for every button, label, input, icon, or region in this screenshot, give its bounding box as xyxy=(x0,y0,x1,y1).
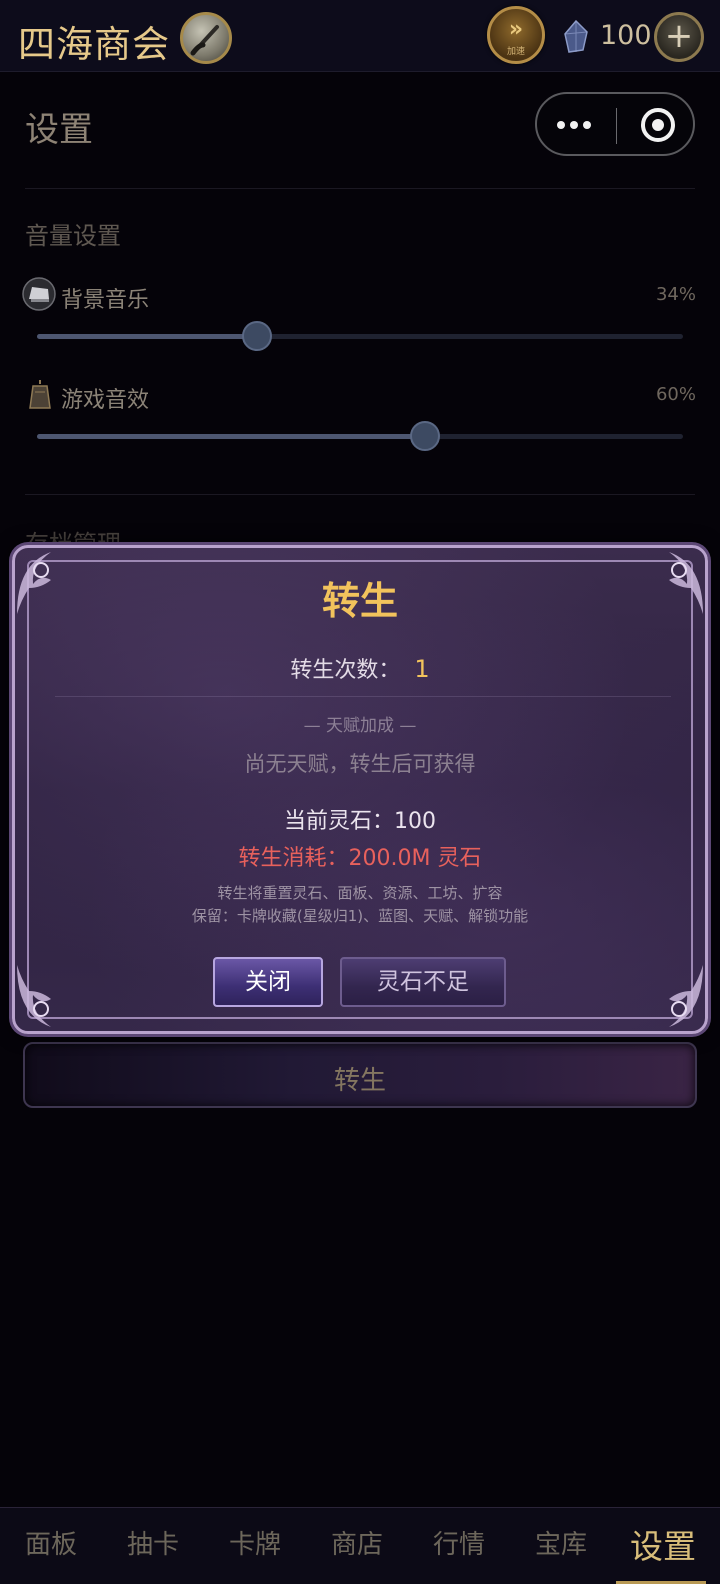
cloud-ornament-icon xyxy=(669,965,703,1027)
page-title: 设置 xyxy=(25,110,93,150)
sfx-slider-fill xyxy=(37,434,425,439)
nav-tab-settings[interactable]: 设置 xyxy=(612,1520,714,1568)
sfx-slider-thumb[interactable] xyxy=(409,421,440,451)
talent-empty-text: 尚无天赋，转生后可获得 xyxy=(244,752,476,776)
brush-icon[interactable] xyxy=(180,12,232,64)
insufficient-stones-button[interactable]: 灵石不足 xyxy=(340,957,506,1007)
close-button[interactable]: 关闭 xyxy=(213,957,323,1007)
fast-forward-icon: » xyxy=(508,17,524,42)
plus-icon: + xyxy=(664,16,694,56)
bgm-slider-fill xyxy=(37,334,257,339)
mini-program-capsule xyxy=(535,92,695,156)
rebirth-button-label: 转生 xyxy=(333,1066,386,1096)
spirit-stone-icon xyxy=(564,20,588,53)
speed-up-label: 加速 xyxy=(506,47,525,57)
bgm-slider-thumb[interactable] xyxy=(241,321,272,351)
divider xyxy=(25,494,695,495)
nav-tab-market[interactable]: 行情 xyxy=(408,1524,510,1561)
rebirth-cost: 转生消耗：200.0M 灵石 xyxy=(238,846,482,871)
dialog-title: 转生 xyxy=(321,579,398,623)
nav-tab-draw[interactable]: 抽卡 xyxy=(102,1524,204,1561)
talent-bonus-header: — 天赋加成 — xyxy=(303,716,417,736)
bgm-percent: 34% xyxy=(655,284,696,305)
rebirth-button[interactable]: 转生 xyxy=(23,1042,697,1108)
nav-tab-shop[interactable]: 商店 xyxy=(306,1524,408,1561)
nav-tab-treasury[interactable]: 宝库 xyxy=(510,1524,612,1561)
speed-up-button[interactable]: » 加速 xyxy=(487,6,545,64)
volume-section-title: 音量设置 xyxy=(25,222,121,250)
divider xyxy=(25,188,695,189)
piano-icon xyxy=(22,277,56,311)
reset-note: 转生将重置灵石、面板、资源、工坊、扩容 xyxy=(217,884,503,902)
sfx-volume-slider[interactable] xyxy=(37,421,683,451)
bell-icon xyxy=(29,380,51,409)
capsule-separator xyxy=(616,108,617,144)
exit-mini-program-icon[interactable] xyxy=(641,108,675,142)
rebirth-dialog: 转生 转生次数： 1 — 天赋加成 — 尚无天赋，转生后可获得 当前灵石：100 … xyxy=(12,545,708,1034)
rebirth-count-label: 转生次数： xyxy=(290,658,401,683)
bgm-volume-slider[interactable] xyxy=(37,321,683,351)
app-title: 四海商会 xyxy=(18,23,170,66)
add-gems-button[interactable]: + xyxy=(654,12,704,62)
dialog-divider xyxy=(55,696,671,697)
nav-tab-panel[interactable]: 面板 xyxy=(0,1524,102,1561)
keep-note: 保留：卡牌收藏(星级归1)、蓝图、天赋、解锁功能 xyxy=(191,907,529,925)
nav-tab-cards[interactable]: 卡牌 xyxy=(204,1524,306,1561)
more-icon[interactable] xyxy=(557,110,593,134)
gem-count: 100 xyxy=(600,20,652,51)
rebirth-count-row: 转生次数： 1 xyxy=(15,652,705,684)
bgm-label: 背景音乐 xyxy=(61,288,150,313)
sfx-percent: 60% xyxy=(655,384,696,405)
rebirth-count-value: 1 xyxy=(414,655,430,683)
bottom-nav: 面板 抽卡 卡牌 商店 行情 宝库 设置 xyxy=(0,1507,720,1584)
sfx-label: 游戏音效 xyxy=(61,388,150,413)
cloud-ornament-icon xyxy=(17,965,51,1027)
current-stones: 当前灵石：100 xyxy=(284,809,436,834)
dialog-frame xyxy=(27,560,693,1019)
top-bar: 四海商会 » 加速 100 + xyxy=(0,0,720,72)
